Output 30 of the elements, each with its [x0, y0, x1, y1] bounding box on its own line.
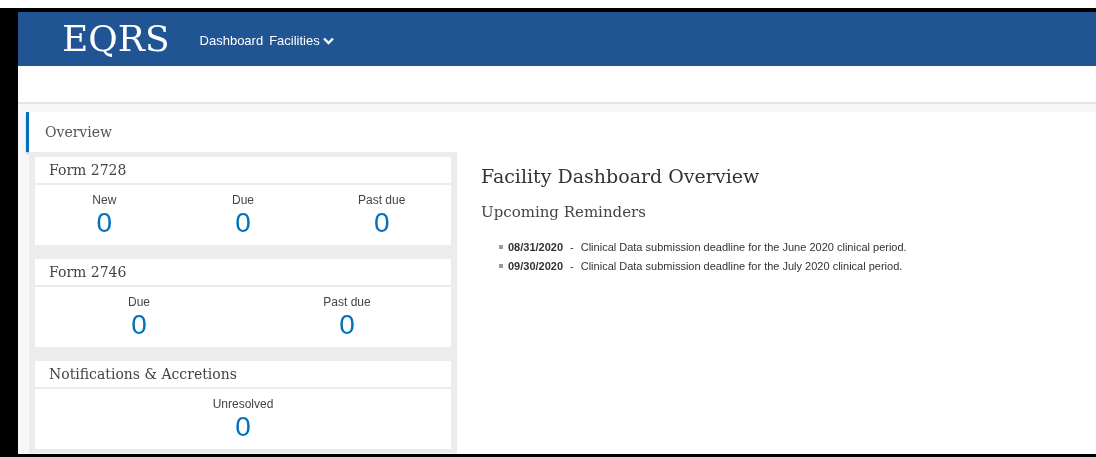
- reminder-date: 09/30/2020: [508, 258, 564, 274]
- card-title: Form 2728: [49, 160, 127, 180]
- stat-label: Past due: [357, 193, 406, 207]
- stat-label: Due: [232, 193, 254, 207]
- stat-label: Past due: [323, 295, 371, 309]
- date-separator: -: [569, 240, 575, 255]
- card-title: Notifications & Accretions: [49, 364, 237, 384]
- stat-value[interactable]: 0: [235, 411, 251, 443]
- reminder-date: 08/31/2020: [508, 240, 564, 255]
- reminder-text: Clinical Data submission deadline for the June 2020 clinical period.: [580, 240, 907, 255]
- card-title: Form 2746: [49, 262, 127, 282]
- stat-value[interactable]: 0: [131, 309, 147, 341]
- page-title: Facility Dashboard Overview: [481, 164, 761, 189]
- stat-value[interactable]: 0: [235, 207, 251, 239]
- date-separator: -: [569, 258, 575, 274]
- stat-value[interactable]: 0: [339, 309, 355, 341]
- overview-tab[interactable]: Overview: [26, 112, 457, 152]
- bullet-icon: [499, 263, 503, 268]
- bullet-icon: [499, 245, 503, 250]
- chevron-down-icon: [322, 37, 334, 45]
- stat-label: Unresolved: [212, 397, 274, 411]
- nav-link[interactable]: Facilities: [269, 31, 334, 51]
- section-title: Upcoming Reminders: [481, 201, 647, 223]
- stat-value[interactable]: 0: [373, 207, 390, 239]
- reminder-text: Clinical Data submission deadline for the July 2020 clinical period.: [580, 258, 903, 274]
- stat-value[interactable]: 0: [96, 207, 113, 239]
- stat-label: New: [92, 193, 117, 207]
- nav-link[interactable]: Dashboard: [199, 31, 264, 51]
- stat-label: Due: [128, 295, 150, 309]
- logo[interactable]: EQRS: [62, 21, 170, 57]
